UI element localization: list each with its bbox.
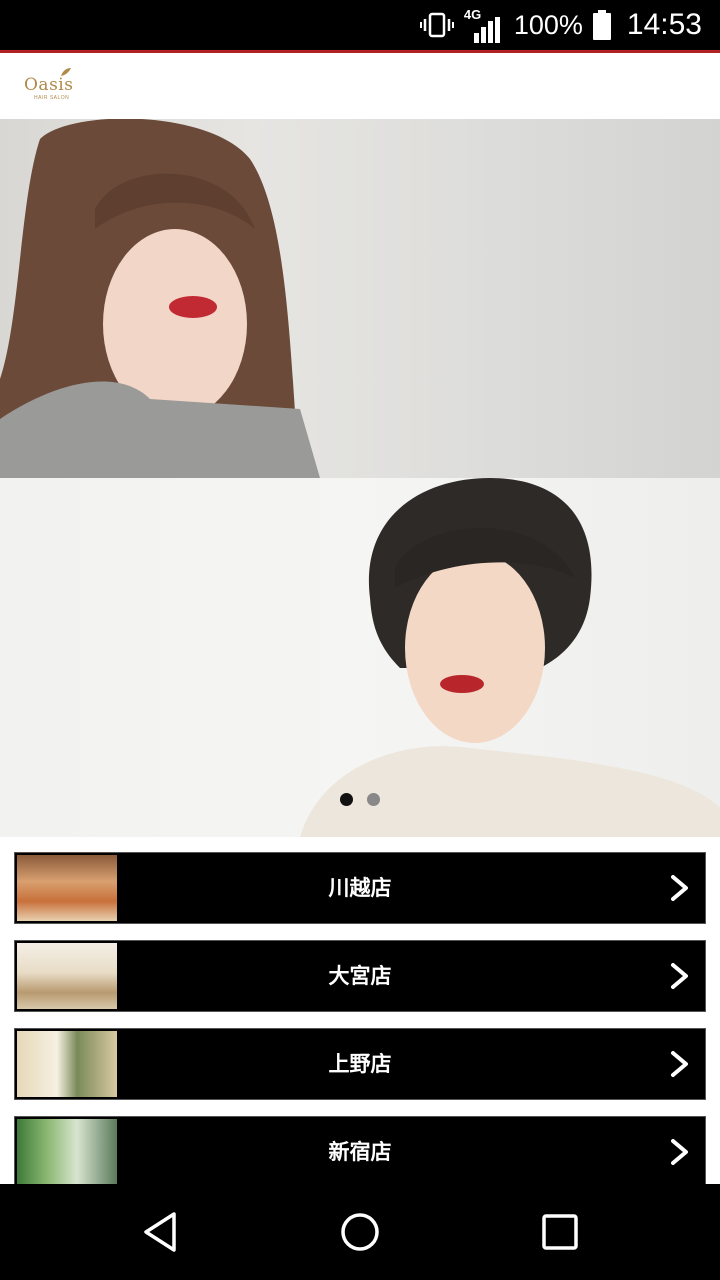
status-bar: 4G 100% 14:53 [0,0,720,50]
chevron-right-icon [671,875,688,901]
app-header: Oasis HAIR SALON [0,53,720,119]
store-name: 川越店 [328,876,392,900]
hero-carousel[interactable] [0,119,720,837]
store-row-omiya[interactable]: 大宮店 [14,940,706,1012]
store-name: 新宿店 [328,1140,392,1164]
carousel-dot[interactable] [367,793,380,806]
carousel-slide-photo-top [0,119,720,478]
oasis-logo[interactable]: Oasis HAIR SALON [24,68,84,101]
status-icons: 4G 100% 14:53 [419,0,702,50]
signal-icon: 4G [464,5,504,45]
chevron-right-icon [671,1139,688,1165]
clock: 14:53 [626,8,702,41]
carousel-dot-active[interactable] [340,793,353,806]
chevron-right-icon [671,963,688,989]
store-row-ueno[interactable]: 上野店 [14,1028,706,1100]
battery-icon [592,10,611,40]
store-list: 川越店 大宮店 上野店 新宿店 [14,852,706,1204]
carousel-slide-photo-bottom [0,478,720,837]
store-row-kawagoe[interactable]: 川越店 [14,852,706,924]
recents-icon[interactable] [536,1208,584,1256]
store-name: 大宮店 [328,964,392,988]
store-name: 上野店 [328,1052,392,1076]
carousel-indicators [0,793,720,809]
chevron-right-icon [671,1051,688,1077]
home-icon[interactable] [336,1208,384,1256]
vibrate-icon [419,12,454,38]
back-icon[interactable] [136,1208,184,1256]
system-nav-bar [0,1184,720,1280]
logo-text: Oasis [24,75,74,95]
logo-subtext: HAIR SALON [34,95,70,101]
store-row-shinjuku[interactable]: 新宿店 [14,1116,706,1188]
battery-percent: 100% [513,9,583,40]
